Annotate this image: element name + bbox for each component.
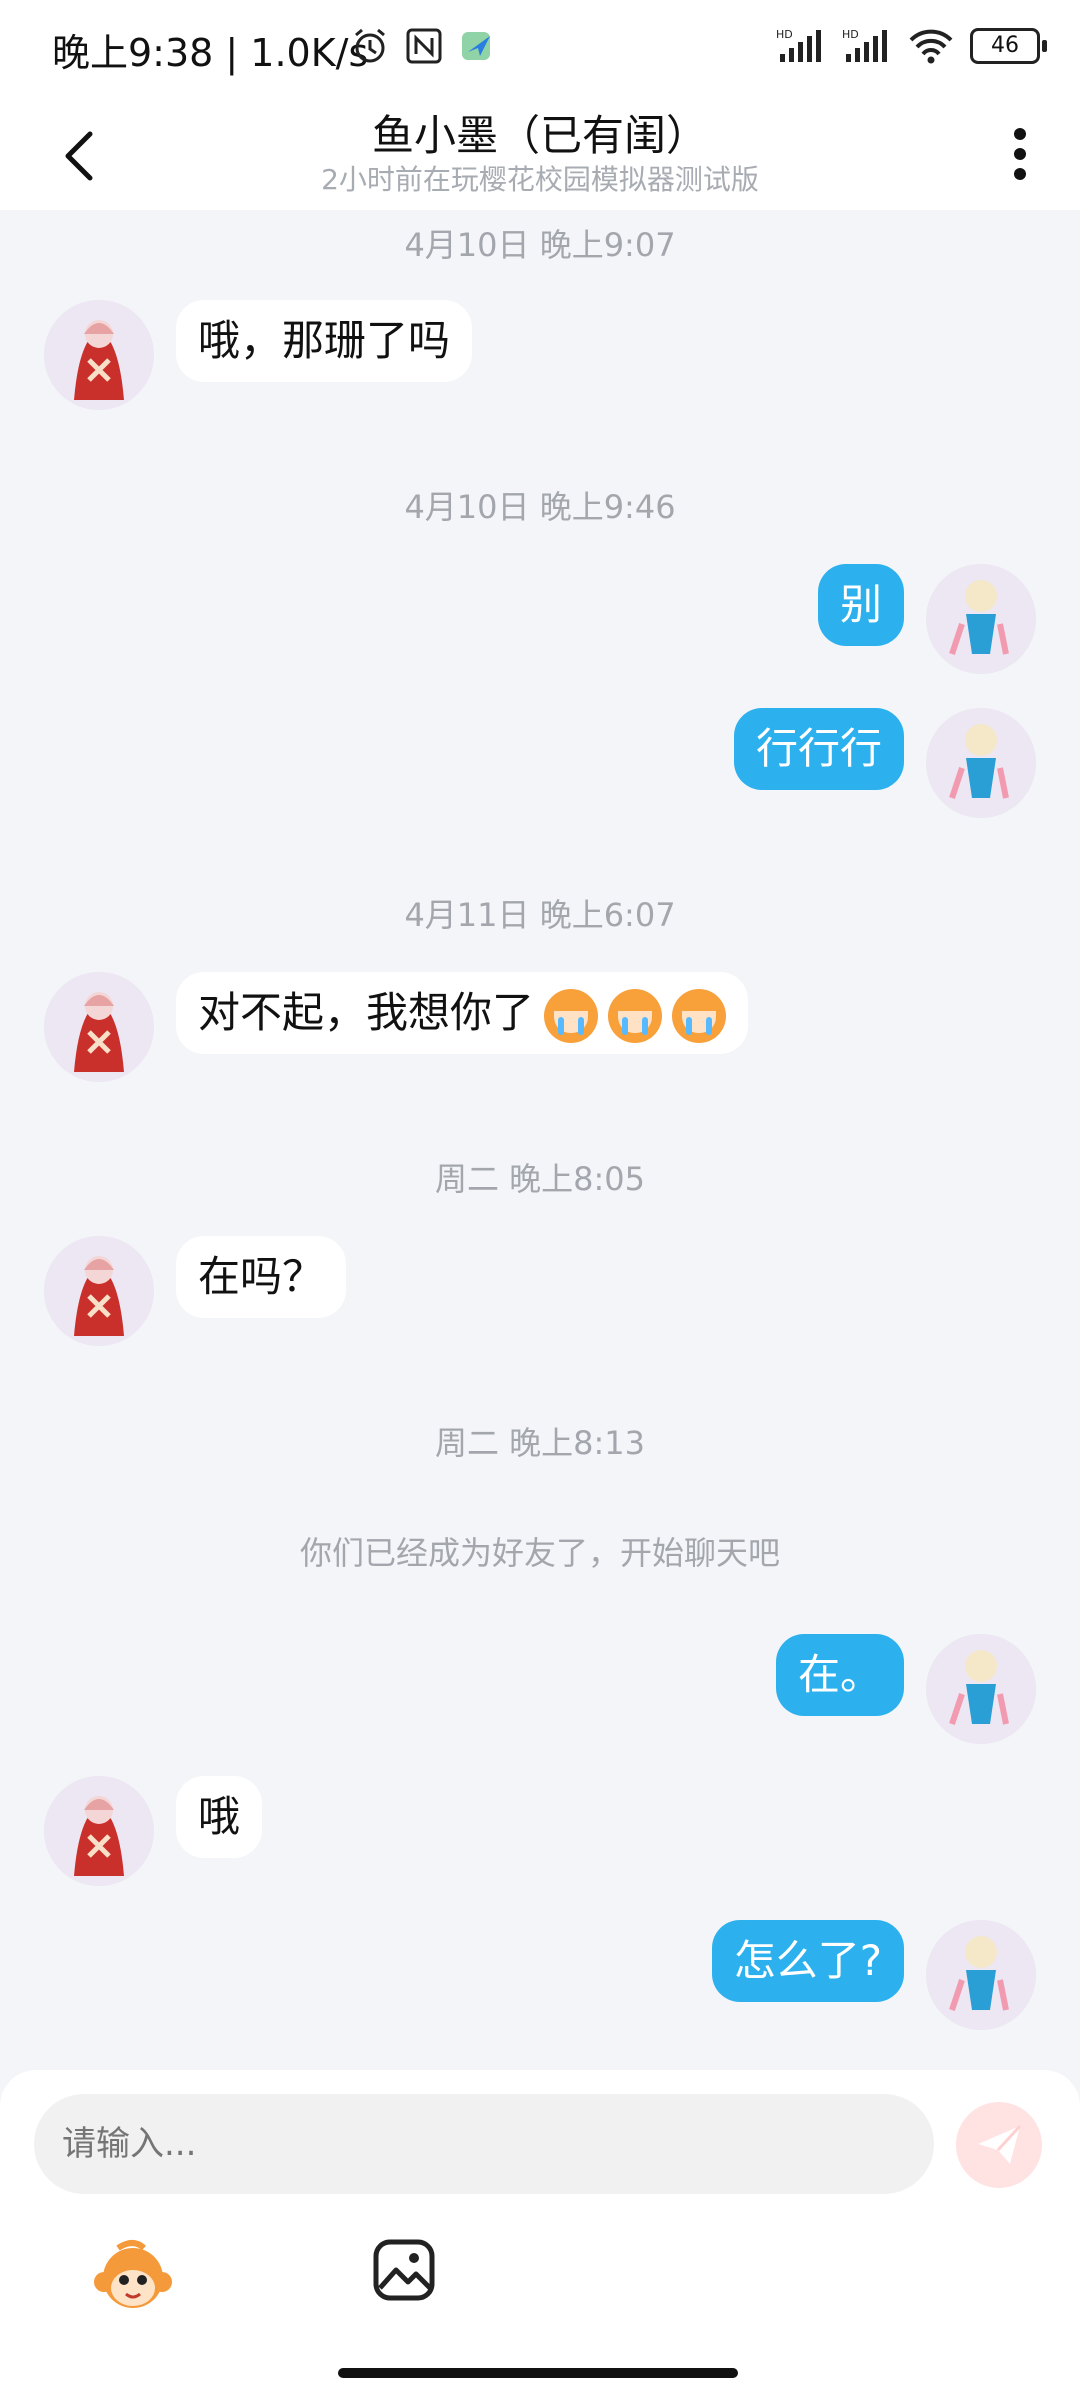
- my-avatar[interactable]: [926, 564, 1036, 674]
- message-bubble-outgoing[interactable]: 别: [817, 564, 904, 646]
- home-indicator[interactable]: [338, 2368, 738, 2378]
- send-button[interactable]: [956, 2102, 1042, 2188]
- message-bubble-incoming[interactable]: 哦: [176, 1776, 263, 1858]
- signal-hd-icon: HD: [776, 28, 821, 62]
- more-options-button[interactable]: [980, 114, 1060, 194]
- contact-avatar[interactable]: [44, 300, 154, 410]
- status-time: 晚上9:38 | 1.0K/s: [52, 31, 369, 75]
- message-timestamp: 4月10日 晚上9:07: [404, 226, 676, 264]
- message-bubble-outgoing[interactable]: 怎么了?: [711, 1920, 904, 2002]
- contact-avatar[interactable]: [44, 1776, 154, 1886]
- my-avatar[interactable]: [926, 1920, 1036, 2030]
- nfc-icon: [406, 28, 442, 64]
- message-timestamp: 周二 晚上8:13: [434, 1424, 646, 1462]
- image-button[interactable]: [372, 2238, 436, 2302]
- svg-text:HD: HD: [842, 28, 859, 41]
- message-timestamp: 4月10日 晚上9:46: [404, 488, 676, 526]
- image-icon: [373, 2239, 435, 2301]
- chat-title: 鱼小墨（已有闺）: [371, 111, 708, 160]
- battery-indicator: 46: [970, 28, 1047, 64]
- monkey-emoji-icon: [94, 2240, 172, 2308]
- chat-header: 鱼小墨（已有闺） 2小时前在玩樱花校园模拟器测试版: [0, 96, 1080, 210]
- contact-avatar[interactable]: [44, 1236, 154, 1346]
- wifi-icon: [909, 29, 953, 64]
- system-notice: 你们已经成为好友了，开始聊天吧: [299, 1534, 780, 1572]
- my-avatar[interactable]: [926, 1634, 1036, 1744]
- alarm-icon: [355, 28, 385, 63]
- svg-text:HD: HD: [776, 28, 793, 41]
- message-text: 对不起，我想你了: [198, 988, 535, 1037]
- status-icons-left: [350, 26, 498, 66]
- message-input[interactable]: [34, 2094, 934, 2194]
- app-notification-icon: [462, 32, 490, 60]
- message-timestamp: 4月11日 晚上6:07: [404, 896, 676, 934]
- message-bubble-incoming[interactable]: 对不起，我想你了: [176, 972, 749, 1054]
- crying-emoji-icon: [608, 988, 663, 1043]
- contact-avatar[interactable]: [44, 972, 154, 1082]
- signal-hd-icon-2: HD: [842, 28, 887, 62]
- message-bubble-outgoing[interactable]: 行行行: [733, 708, 904, 790]
- paper-plane-icon: [978, 2124, 1022, 2164]
- emoji-button[interactable]: [94, 2238, 172, 2316]
- my-avatar[interactable]: [926, 708, 1036, 818]
- status-bar: 晚上9:38 | 1.0K/s HD HD 46: [0, 0, 1080, 96]
- status-icons-right: HD HD 46: [776, 26, 1047, 66]
- crying-emoji-icon: [672, 988, 727, 1043]
- crying-emoji-icon: [544, 988, 599, 1043]
- input-bar: [0, 2070, 1080, 2400]
- message-bubble-incoming[interactable]: 在吗？: [176, 1236, 347, 1318]
- chat-subtitle: 2小时前在玩樱花校园模拟器测试版: [321, 163, 759, 196]
- more-vertical-icon: [1014, 128, 1026, 180]
- message-timestamp: 周二 晚上8:05: [434, 1160, 646, 1198]
- message-bubble-outgoing[interactable]: 在。: [775, 1634, 904, 1716]
- message-bubble-incoming[interactable]: 哦，那珊了吗: [176, 300, 473, 382]
